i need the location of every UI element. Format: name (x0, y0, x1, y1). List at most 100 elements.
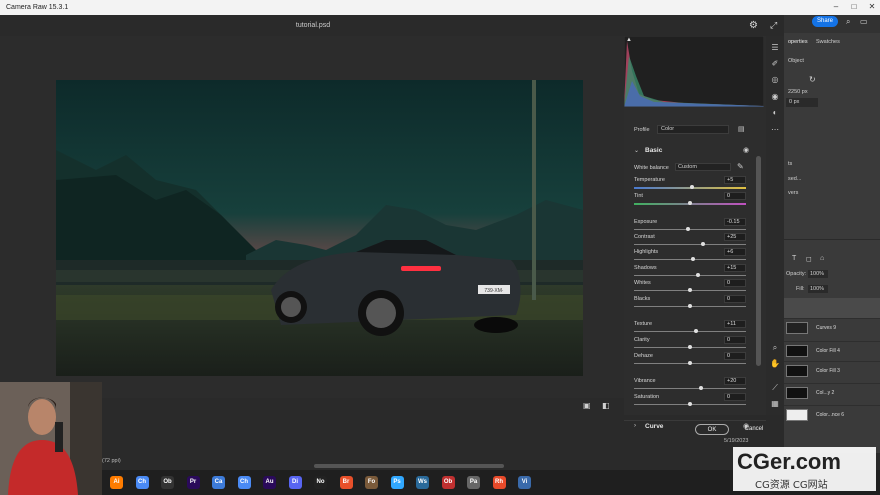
slider-value-field[interactable]: +6 (724, 248, 746, 256)
layer-row[interactable]: Color Fill 3 (784, 361, 880, 379)
layer-row[interactable]: Col...y 2 (784, 383, 880, 401)
slider-value-field[interactable]: 0 (724, 393, 746, 401)
fill-field[interactable]: 100% (808, 285, 828, 293)
slider-track[interactable] (634, 386, 746, 390)
height-field[interactable]: 0 px (786, 98, 818, 107)
zoom-tool-icon[interactable]: ⌕ (769, 342, 781, 354)
slider-value-field[interactable]: 0 (724, 279, 746, 287)
healing-brush-icon[interactable]: ✐ (769, 58, 781, 70)
tab-swatches[interactable]: Swatches (816, 39, 840, 45)
type-tool-icon[interactable]: T (792, 255, 796, 262)
minimize-icon[interactable]: – (830, 2, 842, 12)
fullscreen-icon[interactable]: ⤢ (770, 20, 777, 31)
slider-track[interactable] (634, 257, 746, 261)
taskbar-app-icon[interactable]: Fo (365, 476, 378, 489)
slider-value-field[interactable]: -0.15 (724, 218, 746, 226)
slider-track[interactable] (634, 345, 746, 349)
slider-track[interactable] (634, 288, 746, 292)
ok-button[interactable]: OK (695, 424, 729, 435)
frame-icon[interactable]: ▣ (583, 401, 591, 410)
basic-section-title[interactable]: Basic (645, 147, 662, 154)
taskbar-app-icon[interactable]: Vi (518, 476, 531, 489)
slider-value-field[interactable]: +5 (724, 176, 746, 184)
eyedropper-icon[interactable]: ✎ (737, 162, 744, 171)
slider-value-field[interactable]: +15 (724, 264, 746, 272)
taskbar-app-icon[interactable]: Ob (161, 476, 174, 489)
slider-value-field[interactable]: +25 (724, 233, 746, 241)
white-balance-select[interactable]: Custom (675, 163, 731, 171)
slider-thumb[interactable] (688, 402, 692, 406)
taskbar-app-icon[interactable]: Ai (110, 476, 123, 489)
slider-thumb[interactable] (699, 386, 704, 390)
grid-icon[interactable]: ▦ (769, 398, 781, 410)
slider-track[interactable] (634, 201, 746, 205)
layer-row[interactable]: Color...nce 6 (784, 405, 880, 423)
visibility-eye-icon[interactable]: ◉ (743, 146, 749, 154)
image-canvas[interactable]: 739·XM· (0, 36, 624, 398)
clipping-warning-icon[interactable]: ▲ (626, 37, 632, 43)
slider-value-field[interactable]: 0 (724, 295, 746, 303)
slider-value-field[interactable]: 0 (724, 336, 746, 344)
slider-value-field[interactable]: +20 (724, 377, 746, 385)
slider-track[interactable] (634, 273, 746, 277)
profile-browser-icon[interactable]: ▤ (738, 125, 745, 133)
photo-preview[interactable]: 739·XM· (56, 80, 583, 376)
slider-value-field[interactable]: 0 (724, 352, 746, 360)
slider-thumb[interactable] (688, 361, 692, 365)
taskbar-app-icon[interactable]: Ch (237, 476, 251, 489)
curve-visibility-eye-icon[interactable]: ◉ (743, 422, 749, 430)
gear-icon[interactable]: ⚙ (749, 20, 758, 31)
taskbar-app-icon[interactable]: Ws (416, 476, 429, 489)
workspace-icon[interactable]: ▭ (860, 17, 868, 26)
taskbar-app-icon[interactable]: Ch (135, 476, 149, 489)
edit-sliders-icon[interactable]: ☰ (769, 42, 781, 54)
slider-thumb[interactable] (695, 273, 700, 277)
sampler-icon[interactable]: ⟋ (769, 382, 781, 394)
taskbar-app-icon[interactable]: Br (339, 476, 353, 489)
taskbar-app-icon[interactable]: Rh (492, 476, 506, 489)
share-button[interactable]: Share (812, 16, 838, 27)
slider-value-field[interactable]: 0 (724, 192, 746, 200)
search-icon[interactable]: ⌕ (846, 17, 850, 27)
taskbar-app-icon[interactable]: No (314, 476, 327, 489)
slider-thumb[interactable] (688, 288, 692, 292)
slider-thumb[interactable] (685, 227, 690, 231)
opacity-field[interactable]: 100% (808, 270, 828, 278)
selected-layer-band[interactable] (784, 298, 880, 318)
slider-track[interactable] (634, 242, 746, 246)
slider-thumb[interactable] (690, 185, 695, 189)
slider-thumb[interactable] (701, 242, 706, 246)
close-icon[interactable]: ✕ (866, 2, 878, 12)
chevron-right-icon[interactable]: › (634, 423, 636, 429)
slider-track[interactable] (634, 329, 746, 333)
profile-select[interactable]: Color (657, 125, 729, 134)
slider-track[interactable] (634, 402, 746, 406)
reset-icon[interactable]: ↻ (809, 75, 816, 84)
panel-scrollbar[interactable] (756, 156, 761, 366)
presets-icon[interactable]: ◐ (769, 107, 781, 119)
taskbar-app-icon[interactable]: Pr (186, 476, 200, 489)
layer-row[interactable]: Color Fill 4 (784, 341, 880, 359)
taskbar-app-icon[interactable]: Au (263, 476, 276, 489)
chevron-down-icon[interactable]: ⌄ (634, 147, 639, 154)
slider-track[interactable] (634, 361, 746, 365)
lock-icon[interactable]: ⌂ (820, 255, 824, 262)
slider-track[interactable] (634, 185, 746, 189)
shape-icon[interactable]: ◻ (806, 255, 812, 263)
slider-thumb[interactable] (688, 345, 692, 349)
maximize-icon[interactable]: □ (848, 2, 860, 12)
red-eye-icon[interactable]: ◉ (769, 91, 781, 103)
slider-thumb[interactable] (691, 257, 696, 261)
horizontal-scrollbar[interactable] (314, 464, 504, 468)
masking-icon[interactable]: ◎ (769, 74, 781, 86)
tab-properties[interactable]: operties (788, 39, 808, 45)
slider-track[interactable] (634, 227, 746, 231)
slider-thumb[interactable] (688, 201, 692, 205)
taskbar-app-icon[interactable]: Di (288, 476, 302, 489)
layer-row[interactable]: Curves 9 (784, 318, 880, 336)
slider-track[interactable] (634, 304, 746, 308)
taskbar-app-icon[interactable]: Pa (467, 476, 480, 489)
slider-thumb[interactable] (693, 329, 698, 333)
taskbar-app-icon[interactable]: Ob (441, 476, 455, 489)
slider-value-field[interactable]: +11 (724, 320, 746, 328)
